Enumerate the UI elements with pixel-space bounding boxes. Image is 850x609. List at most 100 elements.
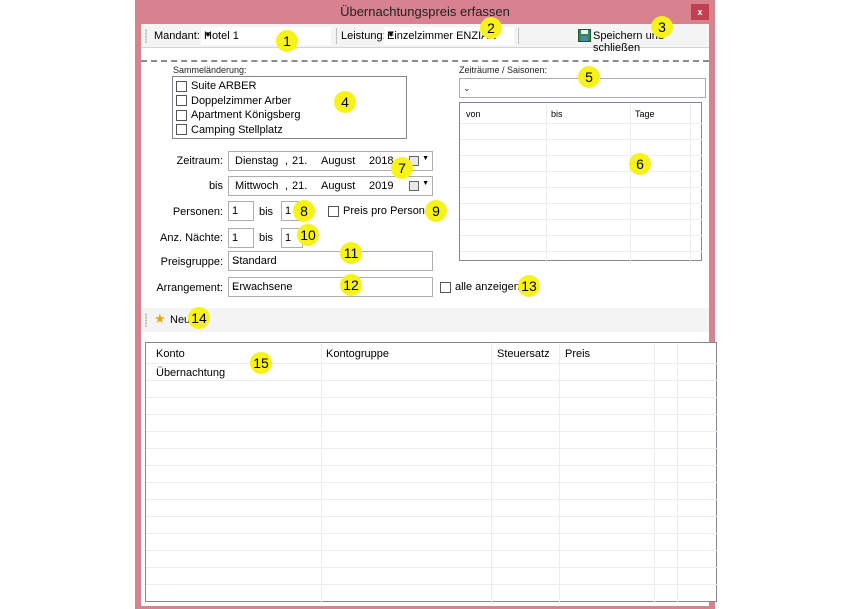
column-header-kontogruppe[interactable]: Kontogruppe [326, 348, 389, 360]
alle-anzeigen-label: alle anzeigen [455, 281, 520, 293]
sammel-label: Sammeländerung: [173, 65, 247, 75]
list-item[interactable]: Camping Stellplatz [173, 123, 406, 138]
dialog-window: Übernachtungspreis erfassen x Mandant: H… [135, 0, 718, 609]
callout-marker-13: 13 [518, 275, 540, 297]
preisgruppe-select[interactable]: Standard ⌄ [228, 251, 433, 271]
toolbar-separator [518, 28, 519, 44]
section-divider [141, 60, 709, 62]
grid-line [146, 397, 718, 398]
grid-line [146, 499, 718, 500]
save-and-close-button[interactable]: Speichern und schließen [578, 27, 706, 54]
naechte-from-input[interactable]: 1 [228, 228, 254, 248]
grid-line [460, 187, 703, 188]
list-item-label: Suite ARBER [191, 80, 257, 93]
list-item-label: Doppelzimmer Arber [191, 94, 292, 107]
preis-pro-person-checkbox[interactable]: Preis pro Person [328, 205, 425, 217]
toolbar-separator [336, 28, 337, 44]
naechte-bis-label: bis [259, 232, 274, 244]
grid-line [146, 567, 718, 568]
chevron-down-icon: ▼ [204, 30, 212, 39]
column-header-preis[interactable]: Preis [565, 348, 590, 360]
grid-line [460, 219, 703, 220]
date-to-day: 21. [292, 180, 308, 192]
sammel-list: Suite ARBER Doppelzimmer Arber Apartment… [172, 76, 407, 139]
checkbox[interactable] [176, 95, 187, 107]
callout-marker-12: 12 [340, 274, 362, 296]
grid-line [146, 482, 718, 483]
list-item[interactable]: Apartment Königsberg [173, 108, 406, 123]
checkbox[interactable] [176, 124, 187, 136]
date-from-weekday: Dienstag [235, 155, 279, 167]
grid-line [146, 431, 718, 432]
personen-label: Personen: [172, 206, 223, 218]
close-button[interactable]: x [691, 4, 709, 20]
top-toolbar: Mandant: Hotel 1 ▼ Leistung: Einzelzimme… [141, 24, 709, 54]
grid-line [460, 155, 703, 156]
date-comma: , [285, 180, 289, 192]
date-to-picker[interactable]: Mittwoch , 21. August 2019 ▼ [228, 176, 433, 196]
checkbox[interactable] [328, 205, 339, 217]
list-item-label: Apartment Königsberg [191, 109, 301, 122]
toolbar-grip[interactable] [145, 29, 147, 43]
date-from-month: August [321, 155, 356, 167]
bis-label: bis [208, 180, 223, 192]
callout-marker-3: 3 [651, 16, 673, 38]
window-title: Übernachtungspreis erfassen [340, 4, 510, 19]
grid-line [460, 139, 703, 140]
date-to-month: August [321, 180, 356, 192]
grid-line [321, 343, 322, 603]
mandant-select[interactable]: Hotel 1 ▼ [201, 27, 331, 45]
checkbox[interactable] [176, 80, 187, 92]
grid-line [460, 171, 703, 172]
date-from-year: 2018 [369, 155, 394, 167]
grid-line [460, 123, 703, 124]
toolbar-grip[interactable] [145, 313, 147, 327]
callout-marker-7: 7 [391, 157, 413, 179]
arrangement-select[interactable]: Erwachsene ⌄ [228, 277, 433, 297]
grid-line [460, 203, 703, 204]
chevron-down-icon[interactable]: ▼ [422, 180, 429, 187]
callout-marker-2: 2 [480, 17, 502, 39]
grid-line [146, 533, 718, 534]
new-button[interactable]: ★ Neu [152, 310, 192, 330]
table-cell-konto: Übernachtung [156, 367, 226, 379]
grid-line [546, 103, 547, 262]
save-icon [578, 29, 591, 42]
chevron-down-icon[interactable]: ▼ [422, 155, 429, 162]
personen-bis-label: bis [259, 206, 274, 218]
personen-from-input[interactable]: 1 [228, 201, 254, 221]
callout-marker-8: 8 [293, 200, 315, 222]
list-item[interactable]: Doppelzimmer Arber [173, 94, 406, 109]
date-to-year: 2019 [369, 180, 394, 192]
grid-line [146, 380, 718, 381]
column-header-konto[interactable]: Konto [156, 348, 185, 360]
column-header-bis: bis [551, 109, 563, 119]
grid-line [460, 235, 703, 236]
grid-line [146, 414, 718, 415]
chevron-down-icon: ⌄ [232, 256, 240, 266]
grid-line [690, 103, 691, 262]
konto-grid[interactable]: Konto Kontogruppe Steuersatz Preis Übern… [145, 342, 718, 603]
checkbox[interactable] [440, 281, 451, 293]
callout-marker-1: 1 [276, 30, 298, 52]
mandant-label: Mandant: [154, 30, 200, 42]
grid-line [146, 550, 718, 551]
callout-marker-15: 15 [250, 352, 272, 374]
callout-marker-4: 4 [334, 91, 356, 113]
grid-line [630, 103, 631, 262]
grid-line [146, 363, 718, 364]
callout-marker-9: 9 [425, 200, 447, 222]
date-to-weekday: Mittwoch [235, 180, 279, 192]
arrangement-label: Arrangement: [156, 282, 223, 294]
seasons-list[interactable]: von bis Tage [459, 102, 703, 262]
list-item[interactable]: Suite ARBER [173, 79, 406, 94]
grid-line [491, 343, 492, 603]
date-from-day: 21. [292, 155, 308, 167]
star-icon: ★ [154, 311, 166, 326]
checkbox[interactable] [176, 109, 187, 121]
grid-line [654, 343, 655, 603]
column-header-steuersatz[interactable]: Steuersatz [497, 348, 550, 360]
alle-anzeigen-checkbox[interactable]: alle anzeigen [440, 281, 520, 293]
grid-line [677, 343, 678, 603]
calendar-icon[interactable] [409, 181, 419, 191]
